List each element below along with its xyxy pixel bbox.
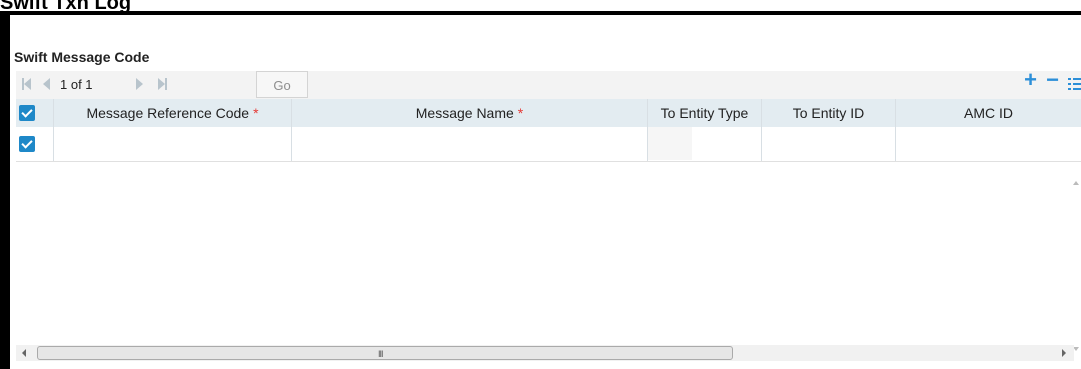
go-button[interactable]: Go xyxy=(256,71,308,98)
cell-message-name[interactable] xyxy=(292,127,648,161)
scroll-left-icon[interactable] xyxy=(22,349,26,357)
minus-icon[interactable]: − xyxy=(1046,69,1059,91)
required-marker: * xyxy=(253,105,259,121)
grid-toolbar: 1 of 1 Go + − xyxy=(16,69,1081,99)
window-frame: Swift Message Code 1 of 1 Go + − Message… xyxy=(0,11,1081,369)
col-label: Message Name xyxy=(415,105,514,121)
cell-to-entity-id[interactable] xyxy=(762,127,896,161)
cell-to-entity-type[interactable] xyxy=(648,127,762,161)
col-header-to-entity-id[interactable]: To Entity ID xyxy=(762,99,896,127)
section-title: Swift Message Code xyxy=(14,49,150,65)
panel: Swift Message Code 1 of 1 Go + − Message… xyxy=(10,15,1081,369)
scrollbar-grip: III xyxy=(378,349,383,359)
scrollbar-thumb[interactable]: III xyxy=(37,346,733,360)
vertical-scrollbar[interactable] xyxy=(1072,127,1080,359)
col-header-message-name[interactable]: Message Name * xyxy=(292,99,648,127)
scroll-up-icon[interactable] xyxy=(1073,181,1079,185)
col-header-amc-id[interactable]: AMC ID xyxy=(896,99,1081,127)
grid-header-row: Message Reference Code * Message Name * To… xyxy=(16,99,1081,127)
table-row[interactable] xyxy=(16,127,1081,162)
page-info: 1 of 1 xyxy=(60,77,93,92)
required-marker: * xyxy=(517,105,524,121)
list-icon[interactable] xyxy=(1068,78,1081,92)
col-label: Message Reference Code xyxy=(86,105,250,121)
select-all-checkbox-icon[interactable] xyxy=(19,105,35,121)
horizontal-scrollbar[interactable]: III xyxy=(16,345,1074,361)
cell-shade xyxy=(648,127,692,160)
plus-icon[interactable]: + xyxy=(1024,69,1037,91)
col-header-to-entity-type[interactable]: To Entity Type xyxy=(648,99,762,127)
col-header-message-reference-code[interactable]: Message Reference Code * xyxy=(54,99,292,127)
row-checkbox-icon[interactable] xyxy=(19,136,35,152)
row-select-cell[interactable] xyxy=(16,127,54,161)
select-all-cell[interactable] xyxy=(16,99,54,127)
cell-message-reference-code[interactable] xyxy=(54,127,292,161)
cell-amc-id[interactable] xyxy=(896,127,1081,161)
scroll-right-icon[interactable] xyxy=(1062,349,1066,357)
